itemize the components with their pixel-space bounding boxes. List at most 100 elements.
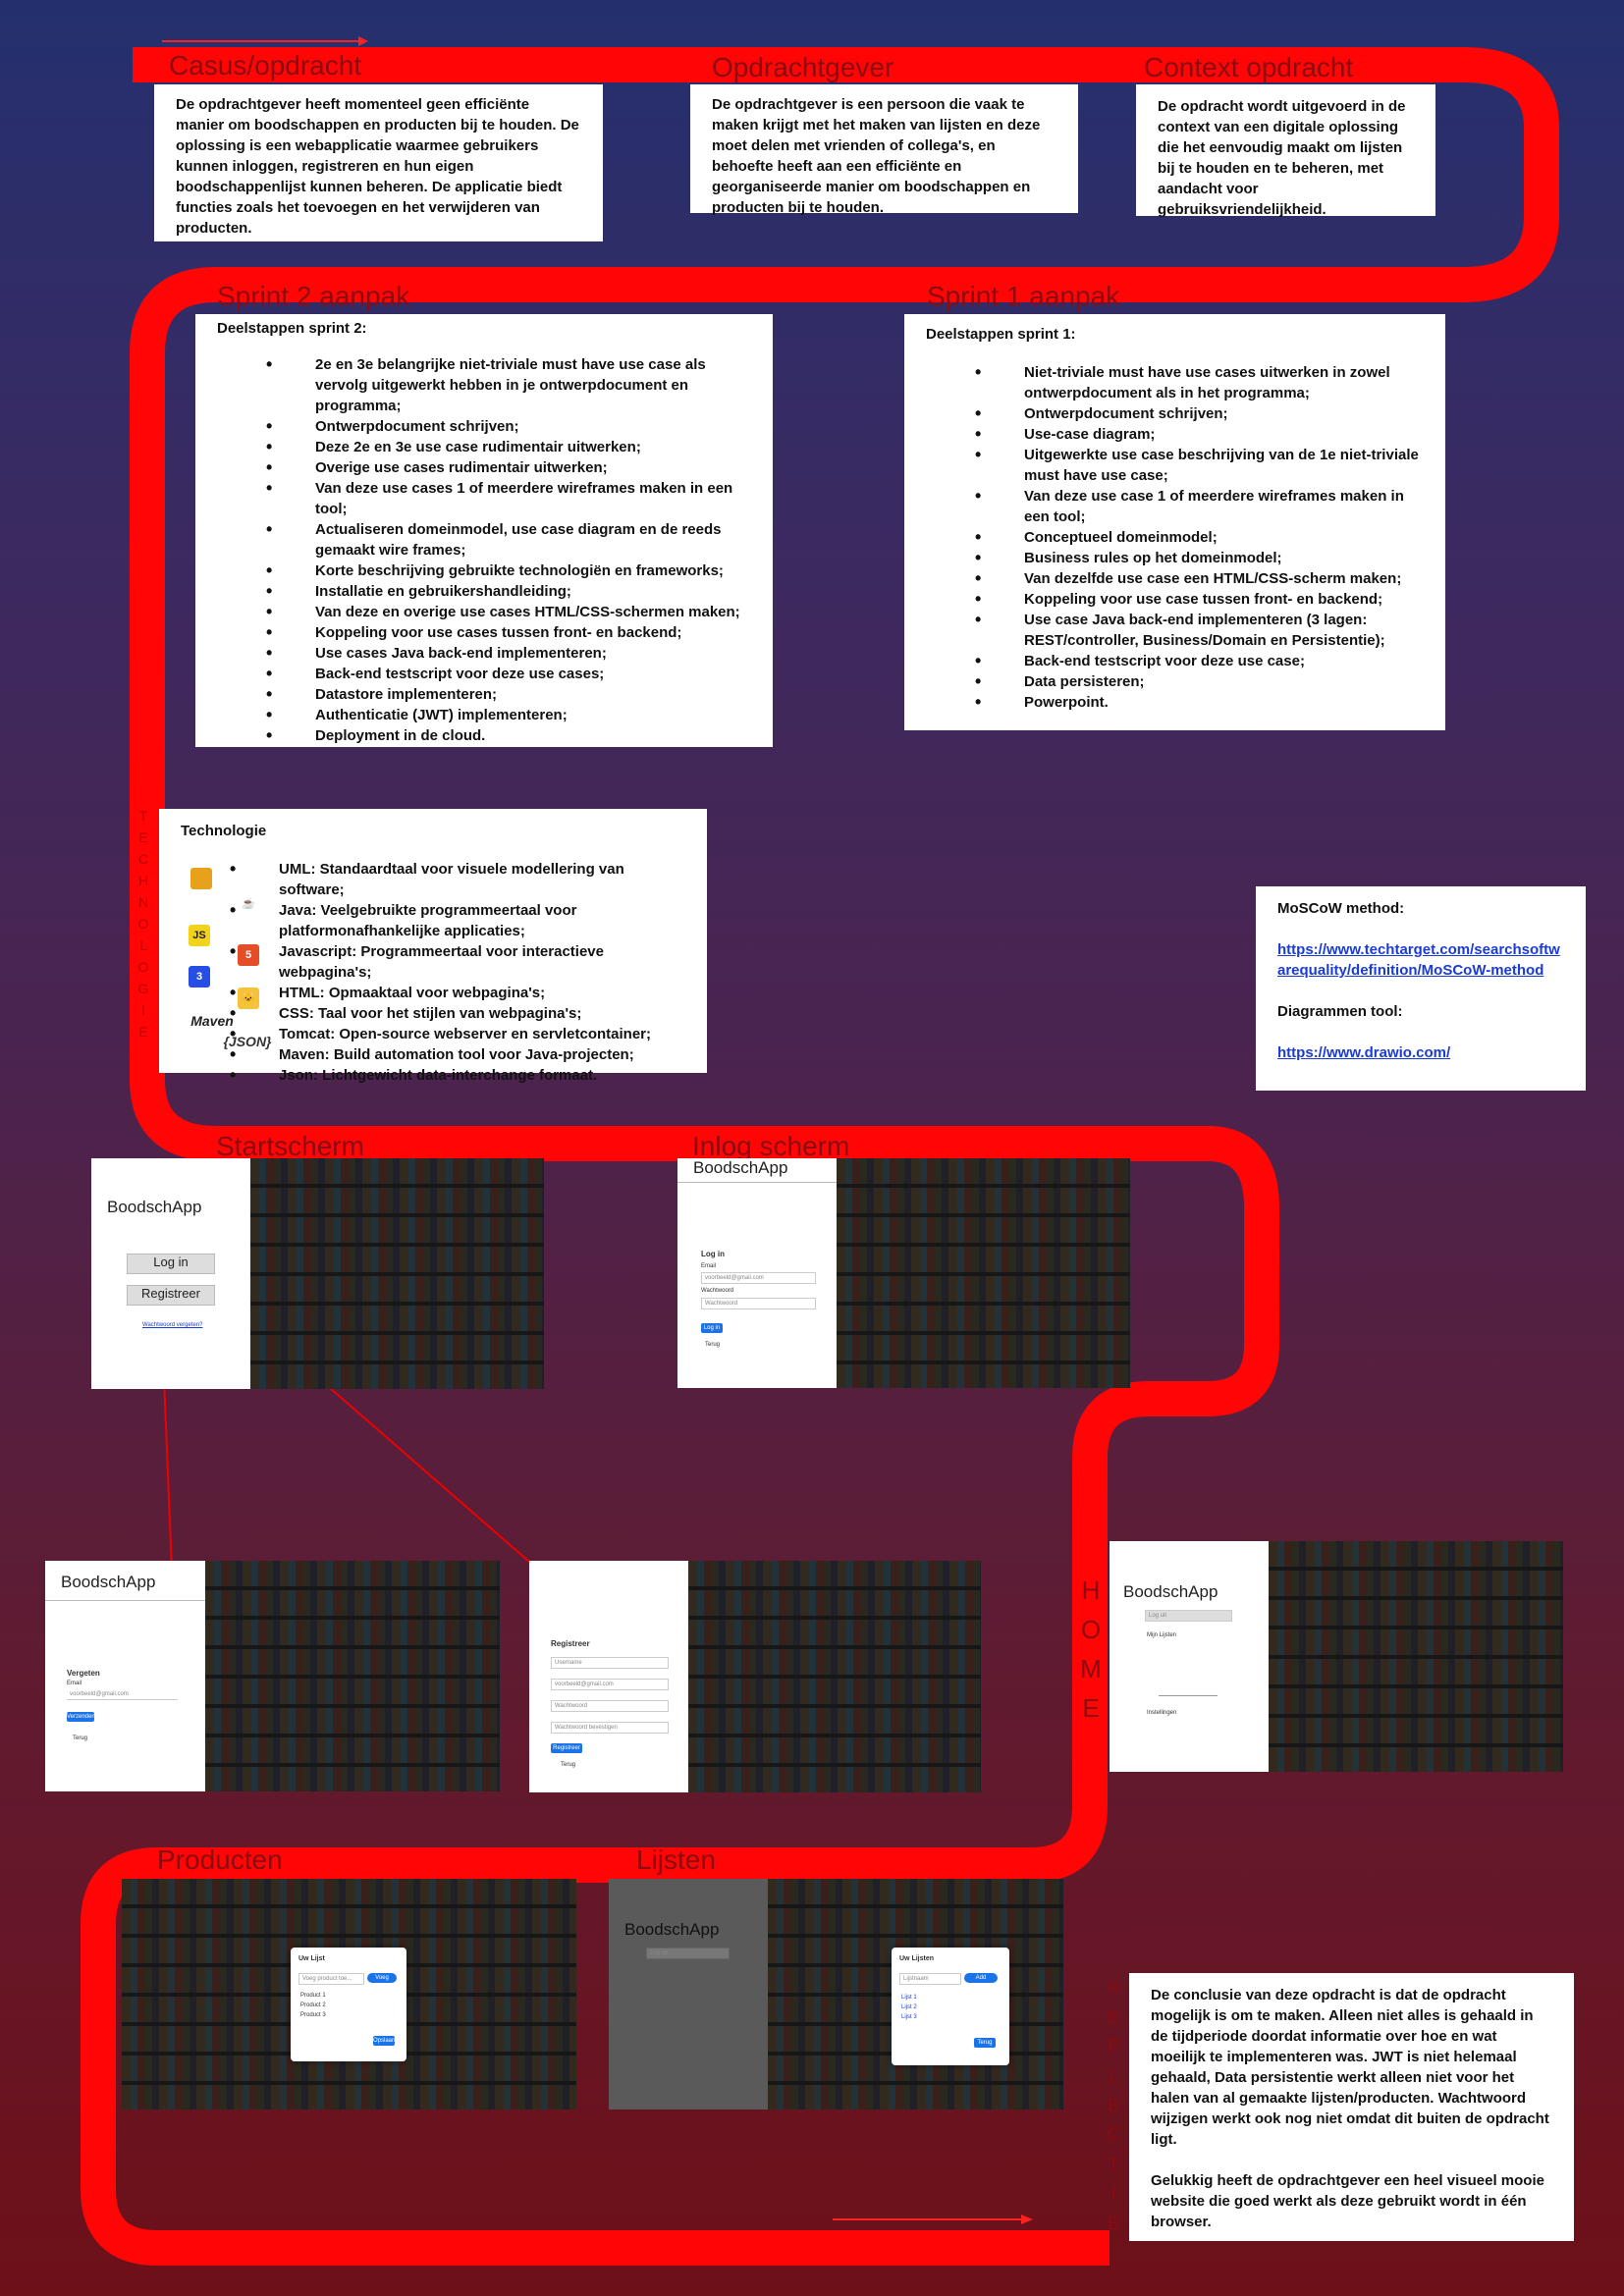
lijst-item-2[interactable]: Product 2 (300, 2002, 326, 2008)
lijst-input[interactable]: Voeg product toe... (298, 1973, 364, 1985)
sprint2-list-item: Back-end testscript voor deze use cases; (266, 664, 753, 684)
sprint1-heading: Deelstappen sprint 1: (926, 326, 1076, 343)
lijst-save-button[interactable]: Opslaan (373, 2036, 395, 2046)
login-button[interactable]: Log in (127, 1254, 215, 1274)
sprint1-list-item: Data persisteren; (975, 671, 1424, 692)
reflectie-p1: De conclusie van deze opdracht is dat de… (1151, 1987, 1549, 2148)
technologie-list-item: Tomcat: Open-source webserver en servlet… (230, 1024, 685, 1044)
forgot-email-input[interactable]: voorbeeld@gmail.com (67, 1689, 178, 1700)
moscow-link[interactable]: https://www.techtarget.com/searchsoftwar… (1277, 941, 1560, 979)
register-password-confirm[interactable]: Wachtwoord bevestigen (551, 1722, 669, 1734)
casus-text: De opdrachtgever heeft momenteel geen ef… (176, 96, 579, 237)
lijsten-back-button[interactable]: Terug (974, 2038, 996, 2048)
lijsten-input[interactable]: Lijstnaam (899, 1973, 961, 1985)
sprint2-list-item: Ontwerpdocument schrijven; (266, 416, 753, 437)
sprint1-title: Sprint 1 aanpak (927, 281, 1120, 311)
inlog-title: Inlog scherm (692, 1131, 850, 1161)
lijsten-item-1[interactable]: Lijst 1 (901, 1995, 917, 2001)
register-button[interactable]: Registreer (127, 1285, 215, 1306)
register-username[interactable]: Username (551, 1657, 669, 1669)
sprint2-list-item: Van deze en overige use cases HTML/CSS-s… (266, 602, 753, 622)
sprint2-heading: Deelstappen sprint 2: (217, 320, 367, 337)
sprint2-list-item: Actualiseren domeinmodel, use case diagr… (266, 519, 753, 561)
lijsten-item-3[interactable]: Lijst 3 (901, 2014, 917, 2020)
uml-icon (190, 868, 212, 889)
lijst-title: Uw Lijst (298, 1955, 325, 1962)
java-icon: ☕ (238, 893, 259, 915)
lijst-add-button[interactable]: Voeg (367, 1973, 397, 1983)
sprint1-list-item: Van deze use case 1 of meerdere wirefram… (975, 486, 1424, 527)
technologie-vertical-label: TECHNOLOGIE (137, 808, 149, 1040)
sprint2-title: Sprint 2 aanpak (217, 281, 410, 311)
password-label: Wachtwoord (701, 1288, 734, 1294)
producten-title: Producten (157, 1844, 283, 1875)
technologie-list-item: HTML: Opmaaktaal voor webpagina's; (230, 983, 685, 1003)
producten-screenshot: Uw Lijst Voeg product toe... Voeg Produc… (122, 1879, 576, 2109)
sprint2-list: 2e en 3e belangrijke niet-triviale must … (266, 354, 753, 746)
sprint1-list-item: Conceptueel domeinmodel; (975, 527, 1424, 548)
lijsten-logout[interactable]: Log uit (646, 1948, 730, 1959)
sprint2-list-item: Overige use cases rudimentair uitwerken; (266, 457, 753, 478)
drawio-link[interactable]: https://www.drawio.com/ (1277, 1044, 1450, 1061)
lijst-item-3[interactable]: Product 3 (300, 2012, 326, 2018)
home-settings[interactable]: Instellingen (1147, 1710, 1176, 1716)
register-back-link[interactable]: Terug (561, 1762, 575, 1768)
casus-title: Casus/opdracht (169, 50, 362, 80)
sprint1-list-item: Koppeling voor use case tussen front- en… (975, 589, 1424, 610)
sprint1-list-item: Back-end testscript voor deze use case; (975, 651, 1424, 671)
app-name: BoodschApp (107, 1198, 202, 1216)
technologie-card: Technologie ☕JS53🐱Maven{JSON} UML: Stand… (159, 809, 707, 1086)
lijsten-modal: Uw Lijsten Lijstnaam Add Lijst 1 Lijst 2… (892, 1948, 1009, 2065)
home-lists-item[interactable]: Mijn Lijsten (1147, 1632, 1176, 1638)
register-password[interactable]: Wachtwoord (551, 1700, 669, 1712)
lijsten-title: Uw Lijsten (899, 1955, 935, 1962)
lijst-modal: Uw Lijst Voeg product toe... Voeg Produc… (291, 1948, 406, 2061)
forgot-password-screenshot: BoodschApp Vergeten Email voorbeeld@gmai… (45, 1561, 500, 1791)
css3-icon: 3 (189, 966, 210, 988)
forgot-heading: Vergeten (67, 1669, 100, 1678)
lijsten-screenshot: BoodschApp Log uit Uw Lijsten Lijstnaam … (609, 1879, 1063, 2109)
context-title: Context opdracht (1144, 52, 1354, 82)
sprint1-card: Deelstappen sprint 1: Niet-triviale must… (904, 314, 1445, 730)
password-input[interactable]: Wachtwoord (701, 1298, 816, 1309)
lijst-item-1[interactable]: Product 1 (300, 1993, 326, 1999)
sprint2-list-item: Authenticatie (JWT) implementeren; (266, 705, 753, 725)
sprint1-list-item: Use-case diagram; (975, 424, 1424, 445)
context-card: De opdracht wordt uitgevoerd in de conte… (1136, 84, 1435, 218)
reflectie-p2: Gelukkig heeft de opdrachtgever een heel… (1151, 2172, 1544, 2230)
lijsten-item-2[interactable]: Lijst 2 (901, 2004, 917, 2010)
forgot-back-link[interactable]: Terug (73, 1735, 87, 1741)
opdrachtgever-title: Opdrachtgever (712, 52, 894, 82)
sprint2-list-item: Deze 2e en 3e use case rudimentair uitwe… (266, 437, 753, 457)
sprint2-list-item: Van deze use cases 1 of meerdere wirefra… (266, 478, 753, 519)
sprint1-list-item: Use case Java back-end implementeren (3 … (975, 610, 1424, 651)
back-link[interactable]: Terug (705, 1342, 720, 1348)
register-submit-button[interactable]: Registreer (551, 1743, 582, 1753)
email-input[interactable]: voorbeeld@gmail.com (701, 1272, 816, 1284)
technologie-list-item: Javascript: Programmeertaal voor interac… (230, 941, 685, 983)
login-heading: Log in (701, 1250, 725, 1258)
technologie-list-item: Java: Veelgebruikte programmeertaal voor… (230, 900, 685, 941)
register-email[interactable]: voorbeeld@gmail.com (551, 1679, 669, 1690)
home-logout[interactable]: Log uit (1145, 1610, 1232, 1622)
home-vertical-label: HOME (1080, 1575, 1102, 1723)
tomcat-icon: 🐱 (238, 988, 259, 1009)
register-heading: Registreer (551, 1639, 590, 1648)
sprint1-list-item: Niet-triviale must have use cases uitwer… (975, 362, 1424, 403)
app-name-forgot: BoodschApp (61, 1573, 156, 1591)
casus-card: De opdrachtgever heeft momenteel geen ef… (154, 84, 603, 241)
technologie-list-item: UML: Standaardtaal voor visuele modeller… (230, 859, 685, 900)
lijsten-add-button[interactable]: Add (964, 1973, 998, 1983)
context-text: De opdracht wordt uitgevoerd in de conte… (1158, 98, 1406, 218)
startscherm-title: Startscherm (216, 1131, 364, 1161)
sprint1-list-item: Business rules op het domeinmodel; (975, 548, 1424, 568)
login-submit-button[interactable]: Log in (701, 1323, 723, 1333)
forgot-submit-button[interactable]: Verzenden (67, 1712, 95, 1722)
opdrachtgever-text: De opdrachtgever is een persoon die vaak… (712, 96, 1041, 216)
forgot-password-link[interactable]: Wachtwoord vergeten? (142, 1322, 202, 1328)
opdrachtgever-card: De opdrachtgever is een persoon die vaak… (690, 84, 1078, 216)
home-screenshot: BoodschApp Log uit Mijn Lijsten Instelli… (1110, 1541, 1563, 1772)
app-name-login: BoodschApp (693, 1158, 788, 1177)
sprint2-list-item: Deployment in de cloud. (266, 725, 753, 746)
sprint1-list-item: Powerpoint. (975, 692, 1424, 713)
